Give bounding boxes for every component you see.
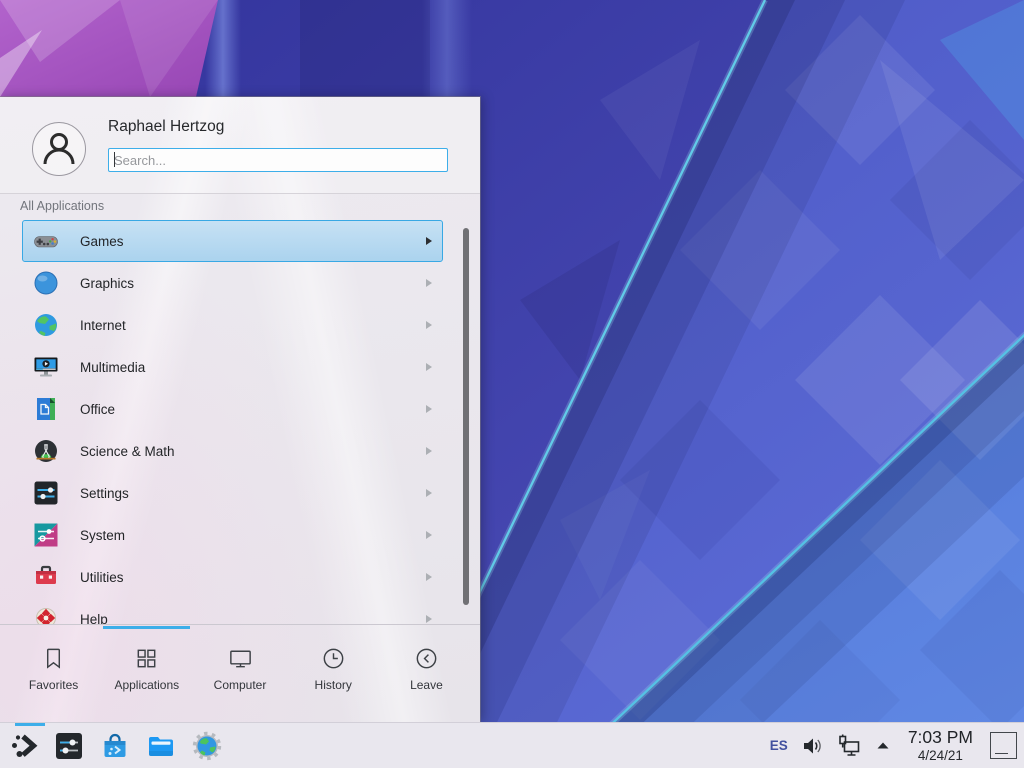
leave-icon <box>413 645 440 672</box>
category-utilities[interactable]: Utilities <box>22 556 443 598</box>
user-avatar-icon[interactable] <box>32 122 86 176</box>
category-label: Science & Math <box>80 444 175 459</box>
category-label: Utilities <box>80 570 124 585</box>
kde-launcher-icon <box>7 730 39 762</box>
web-browser-icon <box>191 730 223 762</box>
application-launcher-menu: Raphael Hertzog All Applications Games <box>0 97 480 722</box>
section-label: All Applications <box>20 199 104 213</box>
category-system[interactable]: System <box>22 514 443 556</box>
volume-icon[interactable] <box>801 735 823 757</box>
system-settings-button[interactable] <box>53 730 85 762</box>
tab-label: Computer <box>214 678 267 692</box>
clock-time: 7:03 PM <box>908 729 973 747</box>
office-icon <box>32 395 60 423</box>
system-settings-icon <box>53 730 85 762</box>
category-label: Graphics <box>80 276 134 291</box>
active-app-indicator <box>15 723 45 726</box>
category-games[interactable]: Games <box>22 220 443 262</box>
category-label: Settings <box>80 486 129 501</box>
applications-icon <box>133 645 160 672</box>
taskbar: ES 7:03 PM 4/24/21 <box>0 722 1024 768</box>
dolphin-folder-icon <box>145 730 177 762</box>
multimedia-icon <box>32 353 60 381</box>
games-icon <box>32 227 60 255</box>
tab-history[interactable]: History <box>287 638 380 710</box>
active-tab-indicator <box>103 626 190 629</box>
submenu-arrow-icon <box>426 237 432 245</box>
tab-label: History <box>315 678 352 692</box>
tab-label: Favorites <box>29 678 78 692</box>
discover-button[interactable] <box>99 730 131 762</box>
utilities-icon <box>32 563 60 591</box>
category-settings[interactable]: Settings <box>22 472 443 514</box>
footer-separator <box>0 624 480 625</box>
settings-icon <box>32 479 60 507</box>
system-tray: ES 7:03 PM 4/24/21 <box>770 723 1024 768</box>
submenu-arrow-icon <box>426 447 432 455</box>
tab-leave[interactable]: Leave <box>380 638 473 710</box>
tab-computer[interactable]: Computer <box>193 638 286 710</box>
header-separator <box>0 193 480 194</box>
help-icon <box>32 605 60 624</box>
discover-icon <box>99 730 131 762</box>
network-icon[interactable] <box>836 733 862 759</box>
digital-clock[interactable]: 7:03 PM 4/24/21 <box>908 729 973 762</box>
category-label: Games <box>80 234 124 249</box>
category-graphics[interactable]: Graphics <box>22 262 443 304</box>
category-label: Internet <box>80 318 126 333</box>
internet-icon <box>32 311 60 339</box>
favorites-icon <box>40 645 67 672</box>
category-label: Multimedia <box>80 360 145 375</box>
category-internet[interactable]: Internet <box>22 304 443 346</box>
submenu-arrow-icon <box>426 321 432 329</box>
scrollbar[interactable] <box>463 228 469 605</box>
graphics-icon <box>32 269 60 297</box>
category-label: System <box>80 528 125 543</box>
tab-favorites[interactable]: Favorites <box>7 638 100 710</box>
submenu-arrow-icon <box>426 573 432 581</box>
category-office[interactable]: Office <box>22 388 443 430</box>
text-cursor <box>114 152 115 167</box>
submenu-arrow-icon <box>426 405 432 413</box>
application-category-list: Games Graphics Internet <box>0 220 456 624</box>
submenu-arrow-icon <box>426 531 432 539</box>
menu-header: Raphael Hertzog <box>0 97 480 193</box>
taskbar-launchers <box>0 730 223 762</box>
category-science-math[interactable]: Science & Math <box>22 430 443 472</box>
submenu-arrow-icon <box>426 489 432 497</box>
keyboard-layout-indicator[interactable]: ES <box>770 738 788 753</box>
submenu-arrow-icon <box>426 363 432 371</box>
search-input[interactable] <box>108 148 448 172</box>
show-desktop-button[interactable] <box>990 732 1017 759</box>
application-launcher-button[interactable] <box>7 730 39 762</box>
category-help[interactable]: Help <box>22 598 443 624</box>
web-browser-button[interactable] <box>191 730 223 762</box>
submenu-arrow-icon <box>426 615 432 623</box>
category-multimedia[interactable]: Multimedia <box>22 346 443 388</box>
science-icon <box>32 437 60 465</box>
computer-icon <box>227 645 254 672</box>
tray-expander-caret-icon[interactable] <box>875 738 891 754</box>
user-name: Raphael Hertzog <box>108 118 224 136</box>
history-icon <box>320 645 347 672</box>
submenu-arrow-icon <box>426 279 432 287</box>
category-label: Help <box>80 612 108 625</box>
tab-label: Leave <box>410 678 443 692</box>
dolphin-button[interactable] <box>145 730 177 762</box>
system-icon <box>32 521 60 549</box>
tab-label: Applications <box>114 678 179 692</box>
menu-tab-bar: Favorites Applications Computer History <box>7 638 473 710</box>
category-label: Office <box>80 402 115 417</box>
clock-date: 4/24/21 <box>918 749 963 763</box>
tab-applications[interactable]: Applications <box>100 638 193 710</box>
